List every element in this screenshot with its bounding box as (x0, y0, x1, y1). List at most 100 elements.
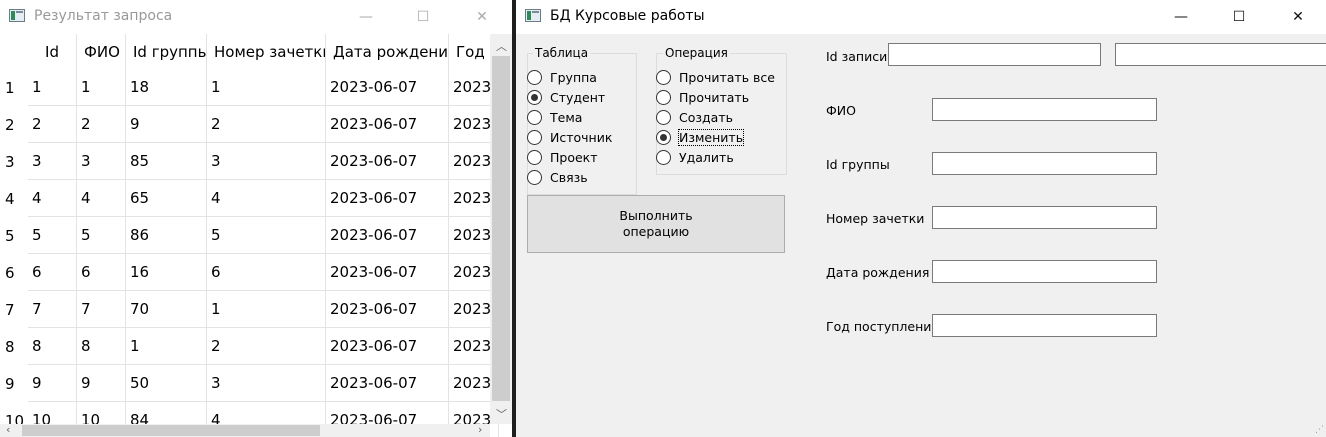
row-number[interactable]: 5 (0, 217, 28, 254)
table-cell[interactable]: 5 (207, 217, 326, 254)
fio-field[interactable] (932, 98, 1157, 121)
table-cell[interactable]: 2023-06-07 (326, 291, 449, 328)
table-cell[interactable]: 6 (207, 254, 326, 291)
radio-label[interactable]: Изменить (677, 129, 745, 146)
radio-label[interactable]: Студент (550, 90, 605, 105)
column-header[interactable]: Номер зачетки (207, 34, 326, 69)
table-cell[interactable]: 2 (28, 106, 77, 143)
radio-circle-icon[interactable] (527, 70, 542, 85)
table-cell[interactable]: 3 (207, 143, 326, 180)
column-header[interactable]: Id группы (126, 34, 207, 69)
table-cell[interactable]: 70 (126, 291, 207, 328)
table-cell[interactable]: 3 (207, 365, 326, 402)
table-cell[interactable]: 50 (126, 365, 207, 402)
column-header[interactable]: Дата рождения (326, 34, 449, 69)
scroll-right-icon[interactable]: › (478, 423, 482, 436)
group-id-field[interactable] (932, 152, 1157, 175)
table-cell[interactable]: 2023-06-07 (326, 328, 449, 365)
radio-circle-icon[interactable] (656, 110, 671, 125)
radio-circle-icon[interactable] (527, 150, 542, 165)
table-cell[interactable]: 3 (28, 143, 77, 180)
maximize-button[interactable]: ☐ (405, 0, 441, 34)
table-cell[interactable]: 1 (207, 291, 326, 328)
table-cell[interactable]: 6 (77, 254, 126, 291)
table-radio-6[interactable]: Связь (527, 170, 588, 185)
row-number[interactable]: 3 (0, 143, 28, 180)
table-cell[interactable]: 2023-06-07 (326, 143, 449, 180)
table-cell[interactable]: 5 (28, 217, 77, 254)
radio-label[interactable]: Создать (679, 110, 733, 125)
birth-date-field[interactable] (932, 260, 1157, 283)
table-cell[interactable]: 2023-06-07 (326, 180, 449, 217)
table-cell[interactable]: 9 (126, 106, 207, 143)
table-cell[interactable]: 7 (77, 291, 126, 328)
radio-circle-icon[interactable] (527, 170, 542, 185)
maximize-button[interactable]: ☐ (1219, 0, 1259, 34)
table-cell[interactable]: 8 (28, 328, 77, 365)
table-cell[interactable]: 2 (207, 328, 326, 365)
table-cell[interactable]: 8 (77, 328, 126, 365)
operation-radio-2[interactable]: Прочитать (656, 90, 749, 105)
enroll-year-field[interactable] (932, 314, 1157, 337)
radio-circle-icon[interactable] (656, 90, 671, 105)
table-cell[interactable]: 2 (207, 106, 326, 143)
table-cell[interactable]: 4 (207, 180, 326, 217)
vertical-scroll-thumb[interactable] (492, 56, 510, 401)
record-book-field[interactable] (932, 206, 1157, 229)
row-number[interactable]: 4 (0, 180, 28, 217)
table-cell[interactable]: 9 (28, 365, 77, 402)
table-cell[interactable]: 3 (77, 143, 126, 180)
row-number[interactable]: 1 (0, 69, 28, 106)
radio-label[interactable]: Прочитать (679, 90, 749, 105)
row-number[interactable]: 8 (0, 328, 28, 365)
record-id-field[interactable] (888, 43, 1101, 66)
minimize-button[interactable]: — (348, 0, 384, 34)
table-radio-1[interactable]: Группа (527, 70, 597, 85)
table-cell[interactable]: 6 (28, 254, 77, 291)
table-cell[interactable]: 7 (28, 291, 77, 328)
radio-label[interactable]: Прочитать все (679, 70, 775, 85)
table-cell[interactable]: 9 (77, 365, 126, 402)
table-cell[interactable]: 1 (207, 69, 326, 106)
radio-circle-icon[interactable] (527, 130, 542, 145)
table-cell[interactable]: 2023-06-07 (326, 217, 449, 254)
radio-circle-icon[interactable] (656, 150, 671, 165)
table-cell[interactable]: 1 (28, 69, 77, 106)
table-cell[interactable]: 2023-06-07 (326, 106, 449, 143)
vertical-scrollbar[interactable]: ︿ ﹀ (490, 34, 512, 424)
horizontal-scrollbar[interactable]: ‹ › (0, 423, 490, 437)
result-window-titlebar[interactable]: Результат запроса — ☐ ✕ (0, 0, 512, 34)
radio-label[interactable]: Группа (550, 70, 597, 85)
operation-radio-5[interactable]: Удалить (656, 150, 734, 165)
radio-label[interactable]: Тема (550, 110, 582, 125)
minimize-button[interactable]: — (1161, 0, 1201, 34)
table-cell[interactable]: 2023-06-07 (326, 69, 449, 106)
main-window-titlebar[interactable]: БД Курсовые работы — ☐ ✕ (516, 0, 1326, 34)
resize-grip-icon[interactable]: ⋰ (1315, 425, 1324, 435)
operation-radio-1[interactable]: Прочитать все (656, 70, 775, 85)
horizontal-scroll-thumb[interactable] (22, 425, 320, 436)
table-cell[interactable]: 2 (77, 106, 126, 143)
table-radio-3[interactable]: Тема (527, 110, 582, 125)
table-radio-5[interactable]: Проект (527, 150, 598, 165)
radio-label[interactable]: Удалить (679, 150, 734, 165)
table-corner[interactable] (0, 34, 28, 69)
table-cell[interactable]: 4 (28, 180, 77, 217)
radio-label[interactable]: Источник (550, 130, 612, 145)
table-radio-2[interactable]: Студент (527, 90, 605, 105)
scroll-down-icon[interactable]: ﹀ (496, 406, 507, 422)
row-number[interactable]: 9 (0, 365, 28, 402)
table-radio-4[interactable]: Источник (527, 130, 612, 145)
table-cell[interactable]: 4 (77, 180, 126, 217)
execute-operation-button[interactable]: Выполнить операцию (527, 195, 785, 253)
radio-circle-icon[interactable] (656, 130, 671, 145)
close-button[interactable]: ✕ (1278, 0, 1318, 34)
table-cell[interactable]: 85 (126, 143, 207, 180)
column-header[interactable]: Id (28, 34, 77, 69)
scroll-left-icon[interactable]: ‹ (6, 423, 10, 436)
table-cell[interactable]: 18 (126, 69, 207, 106)
column-header[interactable]: ФИО (77, 34, 126, 69)
row-number[interactable]: 2 (0, 106, 28, 143)
close-button[interactable]: ✕ (464, 0, 500, 34)
scroll-up-icon[interactable]: ︿ (496, 38, 507, 54)
